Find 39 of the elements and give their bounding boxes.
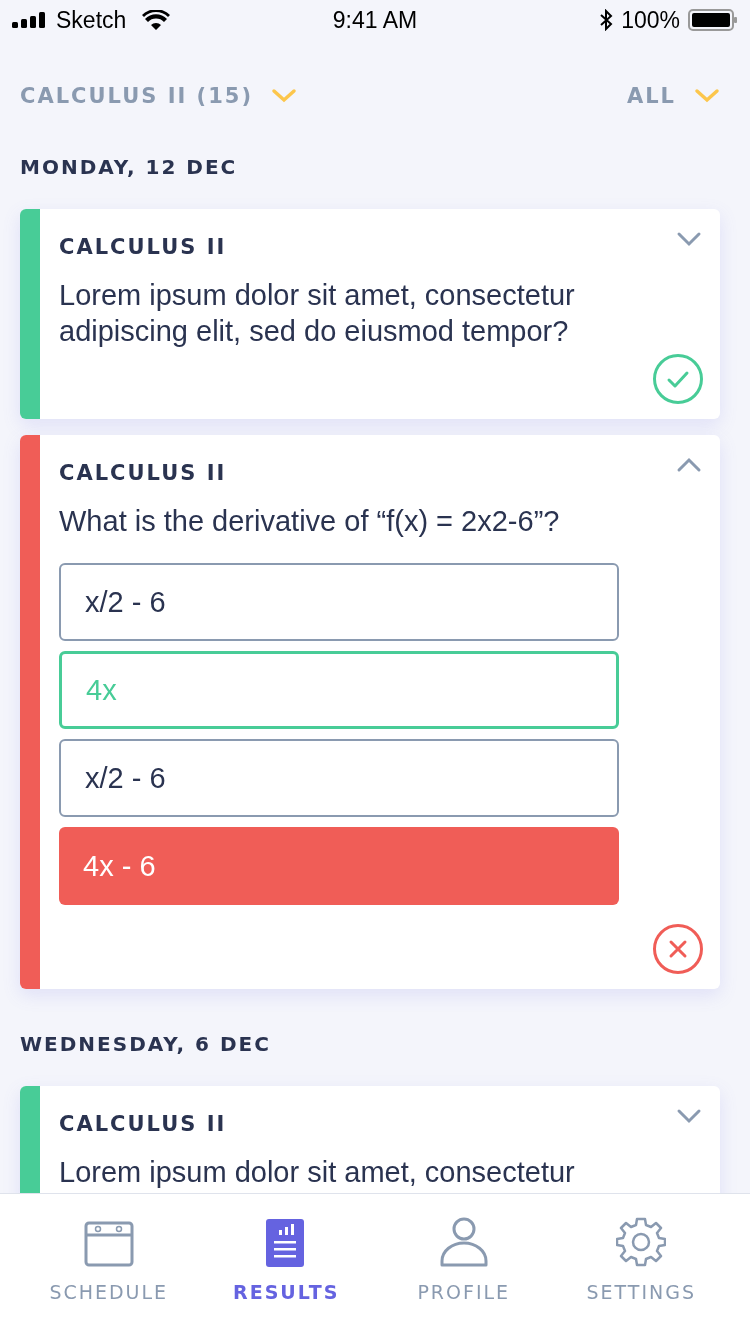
settings-icon (616, 1217, 667, 1267)
cross-circle-icon (652, 923, 704, 975)
expand-icon[interactable] (676, 231, 702, 247)
question-text: What is the derivative of “f(x) = 2x2-6”? (59, 504, 561, 539)
report-icon (266, 1219, 307, 1267)
tab-item[interactable]: PROFILE (378, 1194, 549, 1304)
battery-percent: 100% (621, 6, 680, 34)
battery-icon (688, 9, 738, 31)
tab-item[interactable]: SCHEDULE (23, 1194, 194, 1304)
filter-dropdown[interactable]: CALCULUS II (15) (20, 80, 297, 112)
calendar-icon (83, 1221, 134, 1267)
answer-option[interactable]: 4x (59, 651, 619, 729)
answer-option[interactable]: x/2 - 6 (59, 739, 619, 817)
course-name: CALCULUS II (59, 461, 227, 485)
course-name: CALCULUS II (59, 1112, 227, 1136)
question-text: Lorem ipsum dolor sit amet, consectetur (59, 1155, 576, 1190)
carrier-name: Sketch (56, 6, 127, 34)
question-text: Lorem ipsum dolor sit amet, consectetur adipiscing elit, sed do eiusmod tempor? (59, 278, 576, 349)
chevron-down-icon (694, 88, 720, 104)
date-heading: WEDNESDAY, 6 DEC (20, 1032, 272, 1056)
check-circle-icon (652, 353, 704, 405)
clock-time: 9:41 AM (332, 6, 418, 34)
filter-dropdown[interactable]: ALL (627, 80, 720, 112)
answer-option[interactable]: 4x - 6 (59, 827, 619, 905)
course-name: CALCULUS II (59, 235, 227, 259)
date-heading: MONDAY, 12 DEC (20, 155, 239, 179)
signal-icon (12, 12, 48, 28)
person-icon (439, 1217, 488, 1267)
tab-item[interactable]: SETTINGS (556, 1194, 727, 1304)
bluetooth-icon (599, 9, 614, 31)
expand-icon[interactable] (676, 1108, 702, 1124)
question-card[interactable]: CALCULUS II Lorem ipsum dolor sit amet, consectetur (20, 1086, 720, 1193)
wifi-icon (142, 10, 171, 30)
answer-option[interactable]: x/2 - 6 (59, 563, 619, 641)
tab-item[interactable]: RESULTS (201, 1194, 372, 1304)
collapse-icon[interactable] (676, 457, 702, 473)
question-card[interactable]: CALCULUS II Lorem ipsum dolor sit amet, consectetur adipiscing elit, sed do eiusmod tempor? (20, 209, 720, 419)
question-card[interactable]: CALCULUS II What is the derivative of “f(x) = 2x2-6”? x/2 - 6 4x x/2 - 6 4x - 6 (20, 435, 720, 989)
chevron-down-icon (271, 88, 297, 104)
